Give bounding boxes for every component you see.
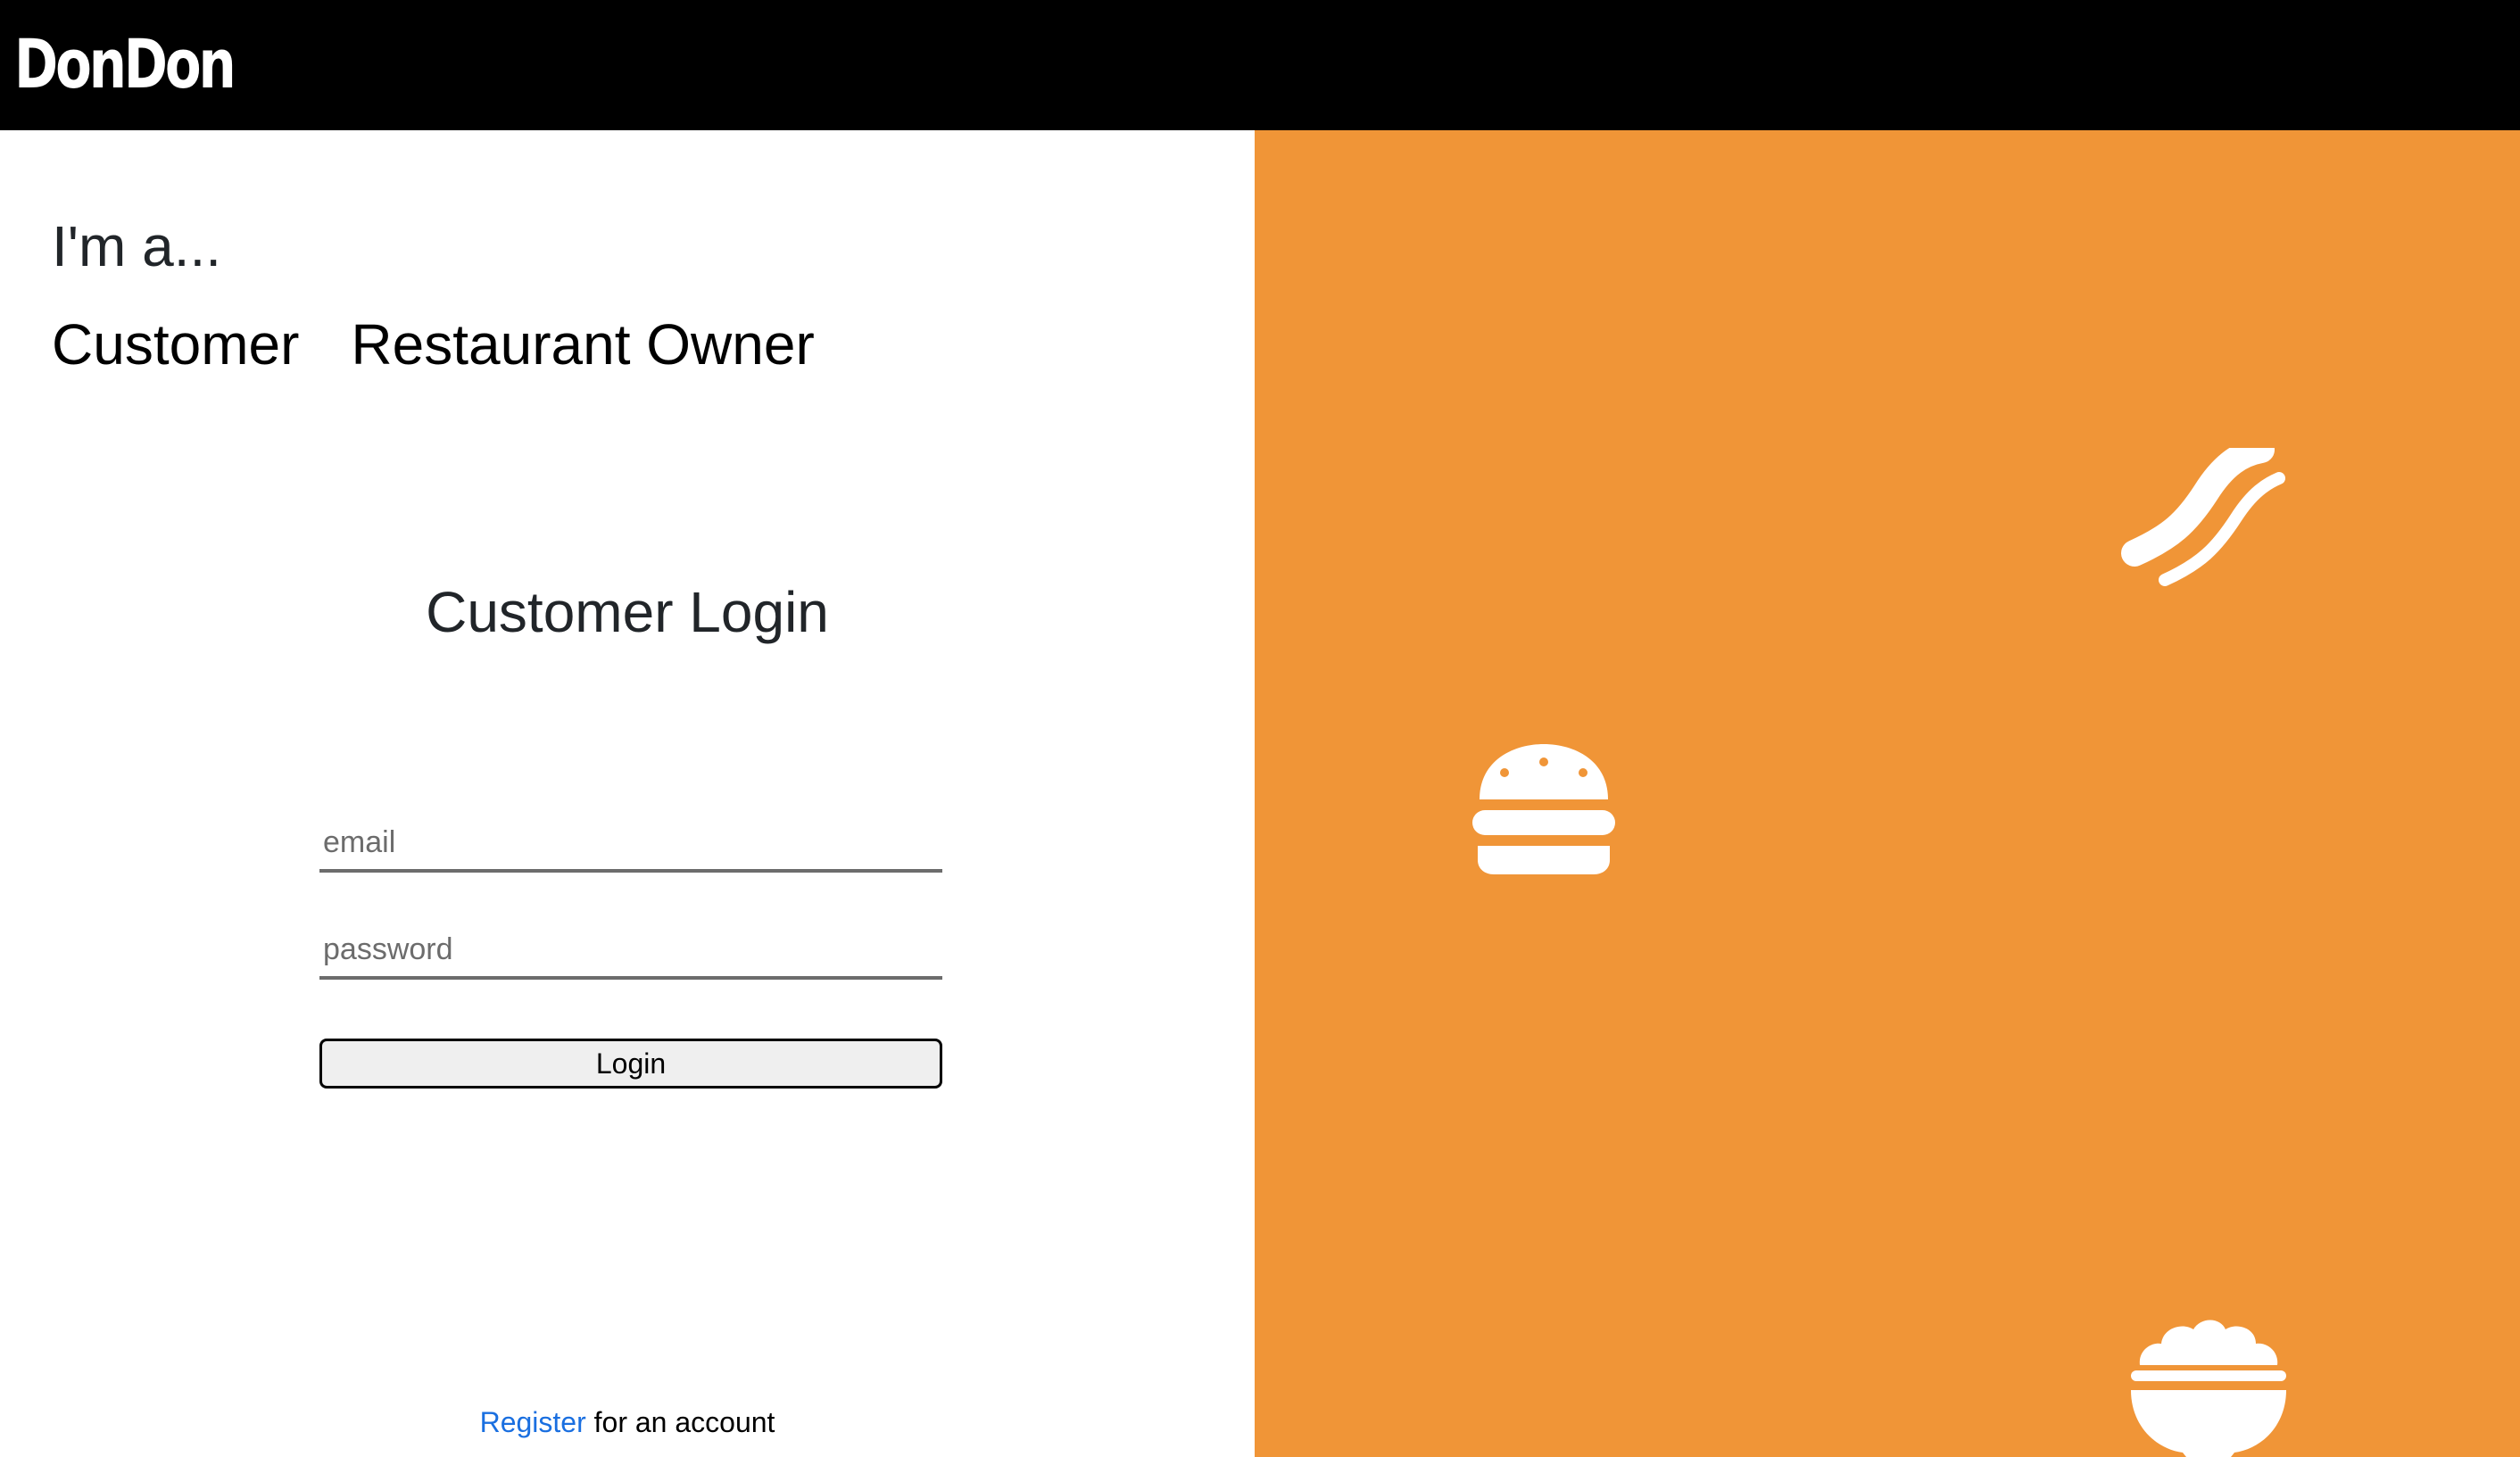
role-tabs: Customer Restaurant Owner <box>52 309 815 380</box>
password-field[interactable] <box>319 923 942 980</box>
register-line: Register for an account <box>0 1404 1255 1440</box>
role-tab-restaurant-owner[interactable]: Restaurant Owner <box>351 309 814 380</box>
decorative-panel <box>1255 130 2520 1457</box>
bowl-icon <box>2131 1320 2286 1457</box>
register-link[interactable]: Register <box>480 1406 586 1438</box>
role-prompt: I'm a... <box>52 214 222 278</box>
login-pane: I'm a... Customer Restaurant Owner Custo… <box>0 130 1255 1457</box>
burger-icon <box>1472 744 1615 874</box>
login-button[interactable]: Login <box>319 1039 942 1089</box>
login-title: Customer Login <box>426 580 829 644</box>
app-logo[interactable]: DonDon <box>14 20 236 109</box>
role-tab-customer[interactable]: Customer <box>52 309 299 380</box>
register-suffix: for an account <box>585 1406 775 1438</box>
bacon-icon <box>2121 448 2285 586</box>
top-bar: DonDon <box>0 0 2520 130</box>
email-field[interactable] <box>319 815 942 873</box>
